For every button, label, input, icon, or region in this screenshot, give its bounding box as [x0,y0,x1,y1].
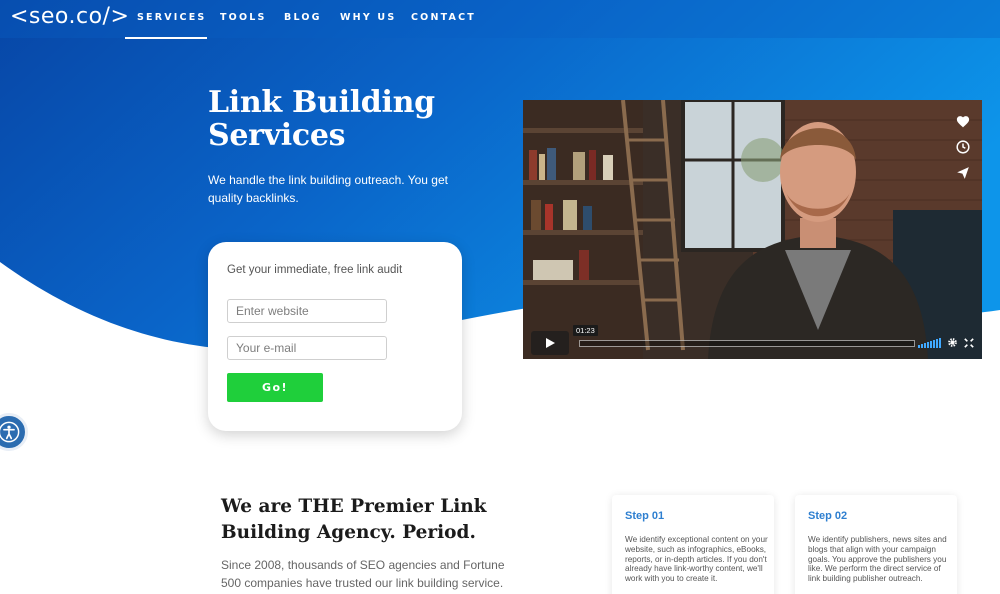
play-icon [546,338,555,348]
email-input[interactable] [227,336,387,360]
go-button[interactable]: Go! [227,373,323,402]
premier-subtitle: Since 2008, thousands of SEO agencies an… [221,558,505,590]
video-side-icons [950,108,976,186]
website-input[interactable] [227,299,387,323]
hero-title: Link Building Services [208,86,508,152]
hero-title-line1: Link Building [208,85,435,120]
step-title: Step 01 [625,510,665,522]
video-progress-bar[interactable] [579,340,915,347]
nav-services[interactable]: SERVICES [137,12,206,23]
step-text: We identify exceptional content on your … [625,535,768,584]
site-logo[interactable]: <seo.co/> [10,4,129,29]
hero-title-line2: Services [208,118,346,153]
play-button[interactable] [531,331,569,355]
nav-blog[interactable]: BLOG [284,12,322,23]
audit-form-title: Get your immediate, free link audit [227,264,403,276]
clock-icon[interactable] [950,134,976,160]
settings-gear-icon[interactable] [947,337,958,348]
step-title: Step 02 [808,510,848,522]
video-right-controls [918,337,974,348]
step-card: Step 02 We identify publishers, news sit… [795,495,957,594]
step-card: Step 01 We identify exceptional content … [612,495,774,594]
nav-contact[interactable]: CONTACT [411,12,476,23]
video-player[interactable]: 01:23 [523,100,982,359]
video-time: 01:23 [573,325,598,336]
volume-control[interactable] [918,337,941,348]
premier-heading: We are THE Premier Link Building Agency.… [221,496,487,543]
audit-form-card: Get your immediate, free link audit Go! [208,242,462,431]
nav-active-indicator [125,37,207,39]
fullscreen-icon[interactable] [964,337,974,348]
nav-why-us[interactable]: WHY US [340,12,396,23]
video-controls: 01:23 [523,325,982,359]
accessibility-icon [0,421,20,443]
nav-tools[interactable]: TOOLS [220,12,267,23]
hero-subtitle: We handle the link building outreach. Yo… [208,173,448,205]
step-text: We identify publishers, news sites and b… [808,535,947,584]
send-icon[interactable] [950,160,976,186]
video-frame [523,100,982,359]
heart-icon[interactable] [950,108,976,134]
